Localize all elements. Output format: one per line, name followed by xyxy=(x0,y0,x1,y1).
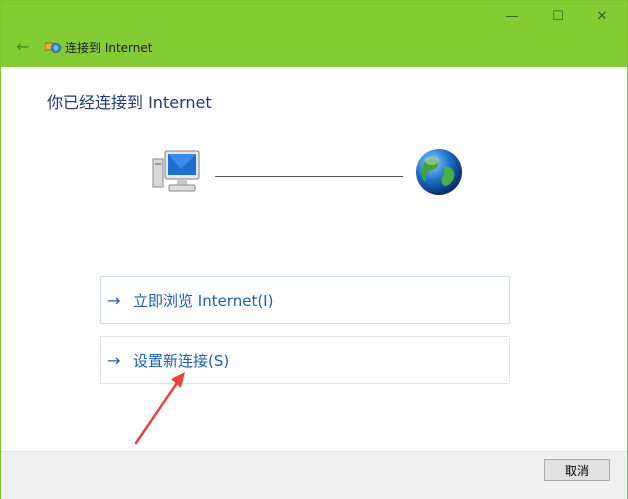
close-button[interactable]: ✕ xyxy=(579,1,625,31)
connect-to-internet-window: — ☐ ✕ ← 连接到 Internet 你已经连接到 Internet → 立… xyxy=(0,0,628,499)
window-title: 连接到 Internet xyxy=(65,41,153,55)
back-arrow-icon[interactable]: ← xyxy=(13,37,33,57)
browse-internet-link[interactable]: → 立即浏览 Internet(I) xyxy=(100,276,510,324)
computer-icon xyxy=(152,150,200,192)
connection-line xyxy=(215,176,403,177)
title-bar[interactable]: — ☐ ✕ ← 连接到 Internet xyxy=(1,1,627,67)
annotation-arrow-icon xyxy=(134,372,185,445)
network-icon xyxy=(45,42,61,53)
minimize-button[interactable]: — xyxy=(489,1,535,31)
globe-icon xyxy=(416,149,462,195)
right-arrow-icon: → xyxy=(107,290,121,310)
maximize-button[interactable]: ☐ xyxy=(535,1,581,31)
browse-internet-label: 立即浏览 Internet(I) xyxy=(133,291,274,310)
page-heading: 你已经连接到 Internet xyxy=(47,93,212,112)
cancel-button[interactable]: 取消 xyxy=(544,459,610,481)
footer-bar xyxy=(1,451,627,499)
